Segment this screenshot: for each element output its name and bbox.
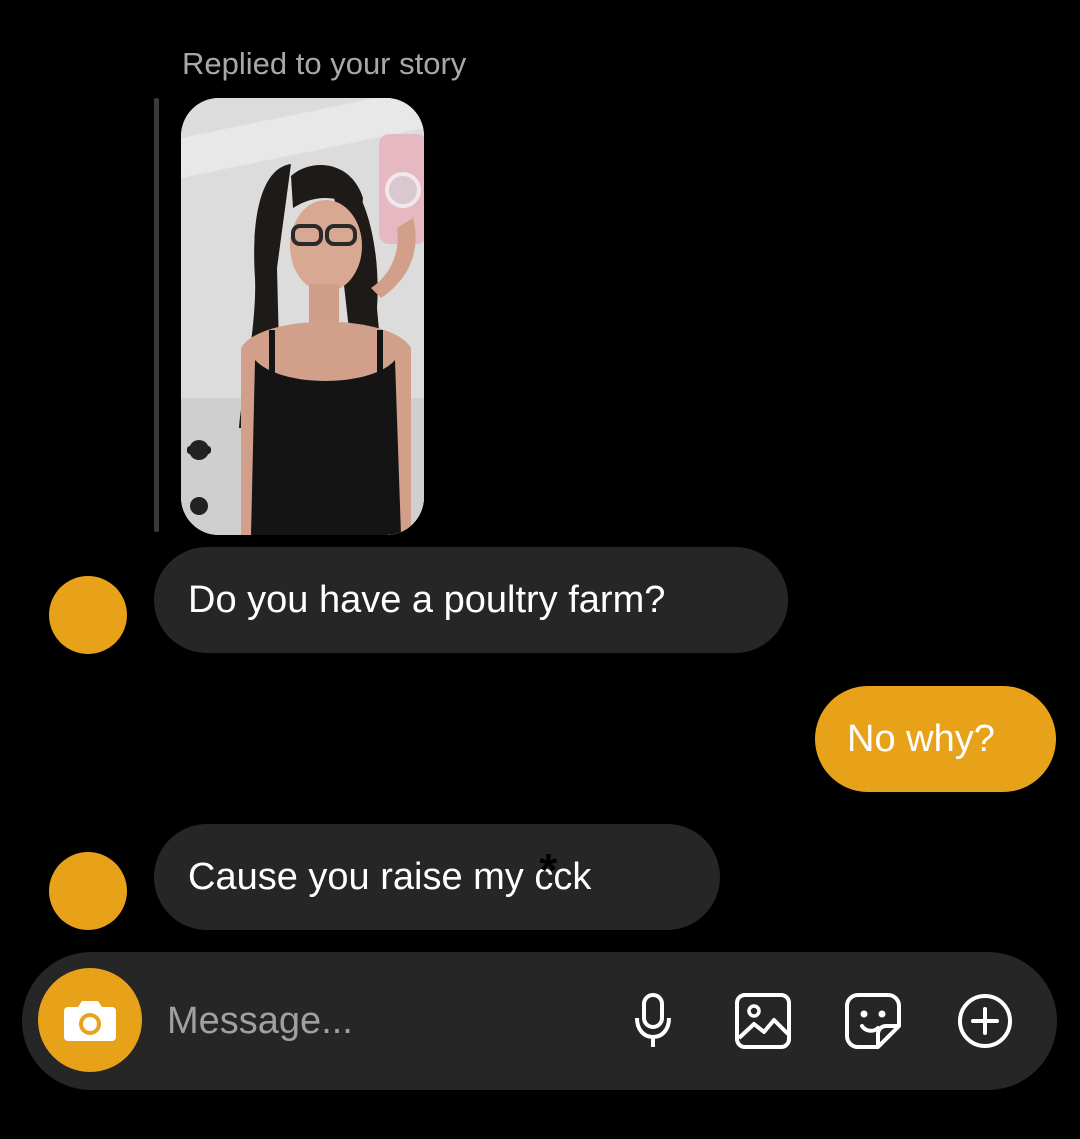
sticker-icon [845,993,901,1049]
sticker-button[interactable] [842,990,904,1052]
reply-indicator-bar [154,98,159,532]
story-photo [181,98,424,535]
censor-symbol: * [539,844,558,896]
incoming-message[interactable]: Cause you raise my c * ck [154,824,720,930]
gallery-icon [735,993,791,1049]
message-text-after: ck [553,855,592,898]
story-thumbnail[interactable] [181,98,424,535]
message-text: Do you have a poultry farm? [188,578,666,621]
microphone-icon [635,993,671,1047]
outgoing-message[interactable]: No why? [815,686,1056,792]
plus-circle-icon [958,994,1012,1048]
sender-avatar[interactable] [49,576,127,654]
voice-message-button[interactable] [622,990,684,1052]
incoming-message[interactable]: Do you have a poultry farm? [154,547,788,653]
story-reply-label: Replied to your story [182,46,467,81]
camera-icon [64,1001,116,1041]
message-composer [22,952,1057,1090]
message-text: No why? [847,717,995,760]
message-input[interactable] [167,996,587,1046]
message-text-before: Cause you raise my c [188,855,554,898]
camera-button[interactable] [38,968,142,1072]
more-options-button[interactable] [954,990,1016,1052]
sender-avatar[interactable] [49,852,127,930]
gallery-button[interactable] [732,990,794,1052]
